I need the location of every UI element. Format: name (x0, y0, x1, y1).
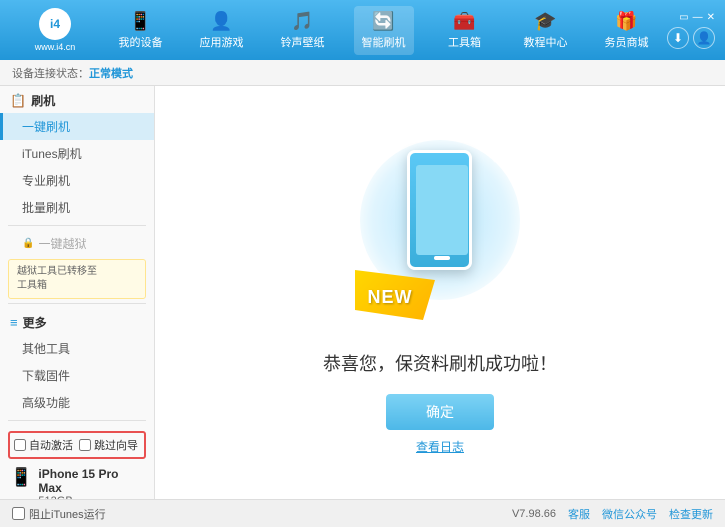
auto-guide-checkbox[interactable]: 跳过向导 (79, 437, 138, 453)
lock-icon: 🔒 (22, 238, 34, 249)
sidebar-item-advanced[interactable]: 高级功能 (0, 389, 154, 416)
sidebar-item-download-fw[interactable]: 下载固件 (0, 362, 154, 389)
nav-my-device[interactable]: 📱 我的设备 (111, 6, 171, 55)
more-section-header: ≡ 更多 (0, 308, 154, 335)
device-phone-icon: 📱 (10, 467, 32, 488)
more-section-label: 更多 (23, 314, 47, 331)
nav-ringtones-label: 铃声壁纸 (281, 34, 325, 50)
nav-tutorial[interactable]: 🎓 教程中心 (516, 6, 576, 55)
nav-toolbox[interactable]: 🧰 工具箱 (435, 6, 495, 55)
itunes-check-label[interactable]: 阻止iTunes运行 (12, 506, 106, 522)
phone-home-button (434, 256, 450, 260)
top-bar: i4 www.i4.cn 📱 我的设备 👤 应用游戏 🎵 铃声壁纸 🔄 智能刷机… (0, 0, 725, 60)
sidebar-item-jailbreak-disabled: 🔒 一键越狱 (0, 230, 154, 257)
nav-ringtones[interactable]: 🎵 铃声壁纸 (273, 6, 333, 55)
nav-service-label: 务员商城 (605, 34, 649, 50)
nav-apps-games[interactable]: 👤 应用游戏 (192, 6, 252, 55)
star-tl-icon: ✦ (380, 145, 392, 162)
sidebar-item-one-key-flash[interactable]: 一键刷机 (0, 113, 154, 140)
nav-toolbox-label: 工具箱 (448, 34, 481, 50)
phone-body (407, 150, 472, 270)
apps-games-icon: 👤 (210, 11, 232, 32)
bottom-links: 客服 微信公众号 检查更新 (568, 506, 713, 522)
sidebar-item-itunes-flash[interactable]: iTunes刷机 (0, 140, 154, 167)
flash-section-label: 刷机 (31, 92, 55, 109)
logo-icon: i4 (39, 8, 71, 40)
my-device-icon: 📱 (129, 11, 151, 32)
auto-options-group: 自动激活 跳过向导 (8, 431, 146, 459)
smart-flash-icon: 🔄 (372, 11, 394, 32)
phone-illustration: ✦ ✦ NEW (360, 130, 520, 330)
logo-area: i4 www.i4.cn (10, 8, 100, 52)
sidebar-item-pro-flash[interactable]: 专业刷机 (0, 167, 154, 194)
flash-section-header: 📋 刷机 (0, 86, 154, 113)
sidebar-item-other-tools[interactable]: 其他工具 (0, 335, 154, 362)
content-area: ✦ ✦ NEW 恭喜您，保资料刷机成功啦！ 确定 查看日志 (155, 86, 725, 499)
nav-my-device-label: 我的设备 (119, 34, 163, 50)
device-name: iPhone 15 Pro Max (38, 467, 144, 495)
nav-tutorial-label: 教程中心 (524, 34, 568, 50)
main-nav: 📱 我的设备 👤 应用游戏 🎵 铃声壁纸 🔄 智能刷机 🧰 工具箱 🎓 教程中心… (100, 6, 667, 55)
sidebar-divider-1 (8, 225, 146, 226)
device-details: iPhone 15 Pro Max 512GB iPhone (38, 467, 144, 499)
breadcrumb-prefix: 设备连接状态： (12, 65, 89, 81)
phone-screen (416, 165, 468, 255)
success-message: 恭喜您，保资料刷机成功啦！ (323, 350, 557, 376)
ringtones-icon: 🎵 (291, 11, 313, 32)
breadcrumb: 设备连接状态： 正常模式 (0, 60, 725, 86)
confirm-button[interactable]: 确定 (386, 394, 494, 430)
auto-activate-checkbox[interactable]: 自动激活 (14, 437, 73, 453)
new-badge-text: NEW (368, 287, 413, 308)
star-tr-icon: ✦ (488, 150, 500, 167)
nav-service[interactable]: 🎁 务员商城 (597, 6, 657, 55)
device-storage: 512GB (38, 495, 144, 499)
bottom-link-kf[interactable]: 客服 (568, 506, 590, 522)
toolbox-icon: 🧰 (453, 11, 475, 32)
flash-section-icon: 📋 (10, 93, 26, 109)
sidebar-divider-2 (8, 303, 146, 304)
bottom-link-update[interactable]: 检查更新 (669, 506, 713, 522)
main-layout: 📋 刷机 一键刷机 iTunes刷机 专业刷机 批量刷机 🔒 一键越狱 越狱工具… (0, 86, 725, 499)
sidebar-item-batch-flash[interactable]: 批量刷机 (0, 194, 154, 221)
service-icon: 🎁 (615, 11, 637, 32)
logo-subtitle: www.i4.cn (35, 42, 76, 52)
nav-smart-flash-label: 智能刷机 (362, 34, 406, 50)
download-icon[interactable]: ⬇ (667, 27, 689, 49)
breadcrumb-status: 正常模式 (89, 65, 133, 81)
itunes-check-checkbox[interactable] (12, 507, 25, 520)
device-section: 自动激活 跳过向导 📱 iPhone 15 Pro Max 512GB iPho… (0, 425, 154, 499)
bottom-link-wechat[interactable]: 微信公众号 (602, 506, 657, 522)
device-info: 📱 iPhone 15 Pro Max 512GB iPhone (8, 465, 146, 499)
nav-smart-flash[interactable]: 🔄 智能刷机 (354, 6, 414, 55)
user-icon[interactable]: 👤 (693, 27, 715, 49)
sidebar-divider-3 (8, 420, 146, 421)
view-log-link[interactable]: 查看日志 (416, 438, 464, 455)
nav-apps-games-label: 应用游戏 (200, 34, 244, 50)
more-section-icon: ≡ (10, 315, 18, 330)
tutorial-icon: 🎓 (534, 11, 556, 32)
version-label: V7.98.66 (512, 508, 556, 520)
bottom-bar: 阻止iTunes运行 V7.98.66 客服 微信公众号 检查更新 (0, 499, 725, 527)
sidebar: 📋 刷机 一键刷机 iTunes刷机 专业刷机 批量刷机 🔒 一键越狱 越狱工具… (0, 86, 155, 499)
sidebar-jailbreak-note: 越狱工具已转移至 工具箱 (8, 259, 146, 299)
